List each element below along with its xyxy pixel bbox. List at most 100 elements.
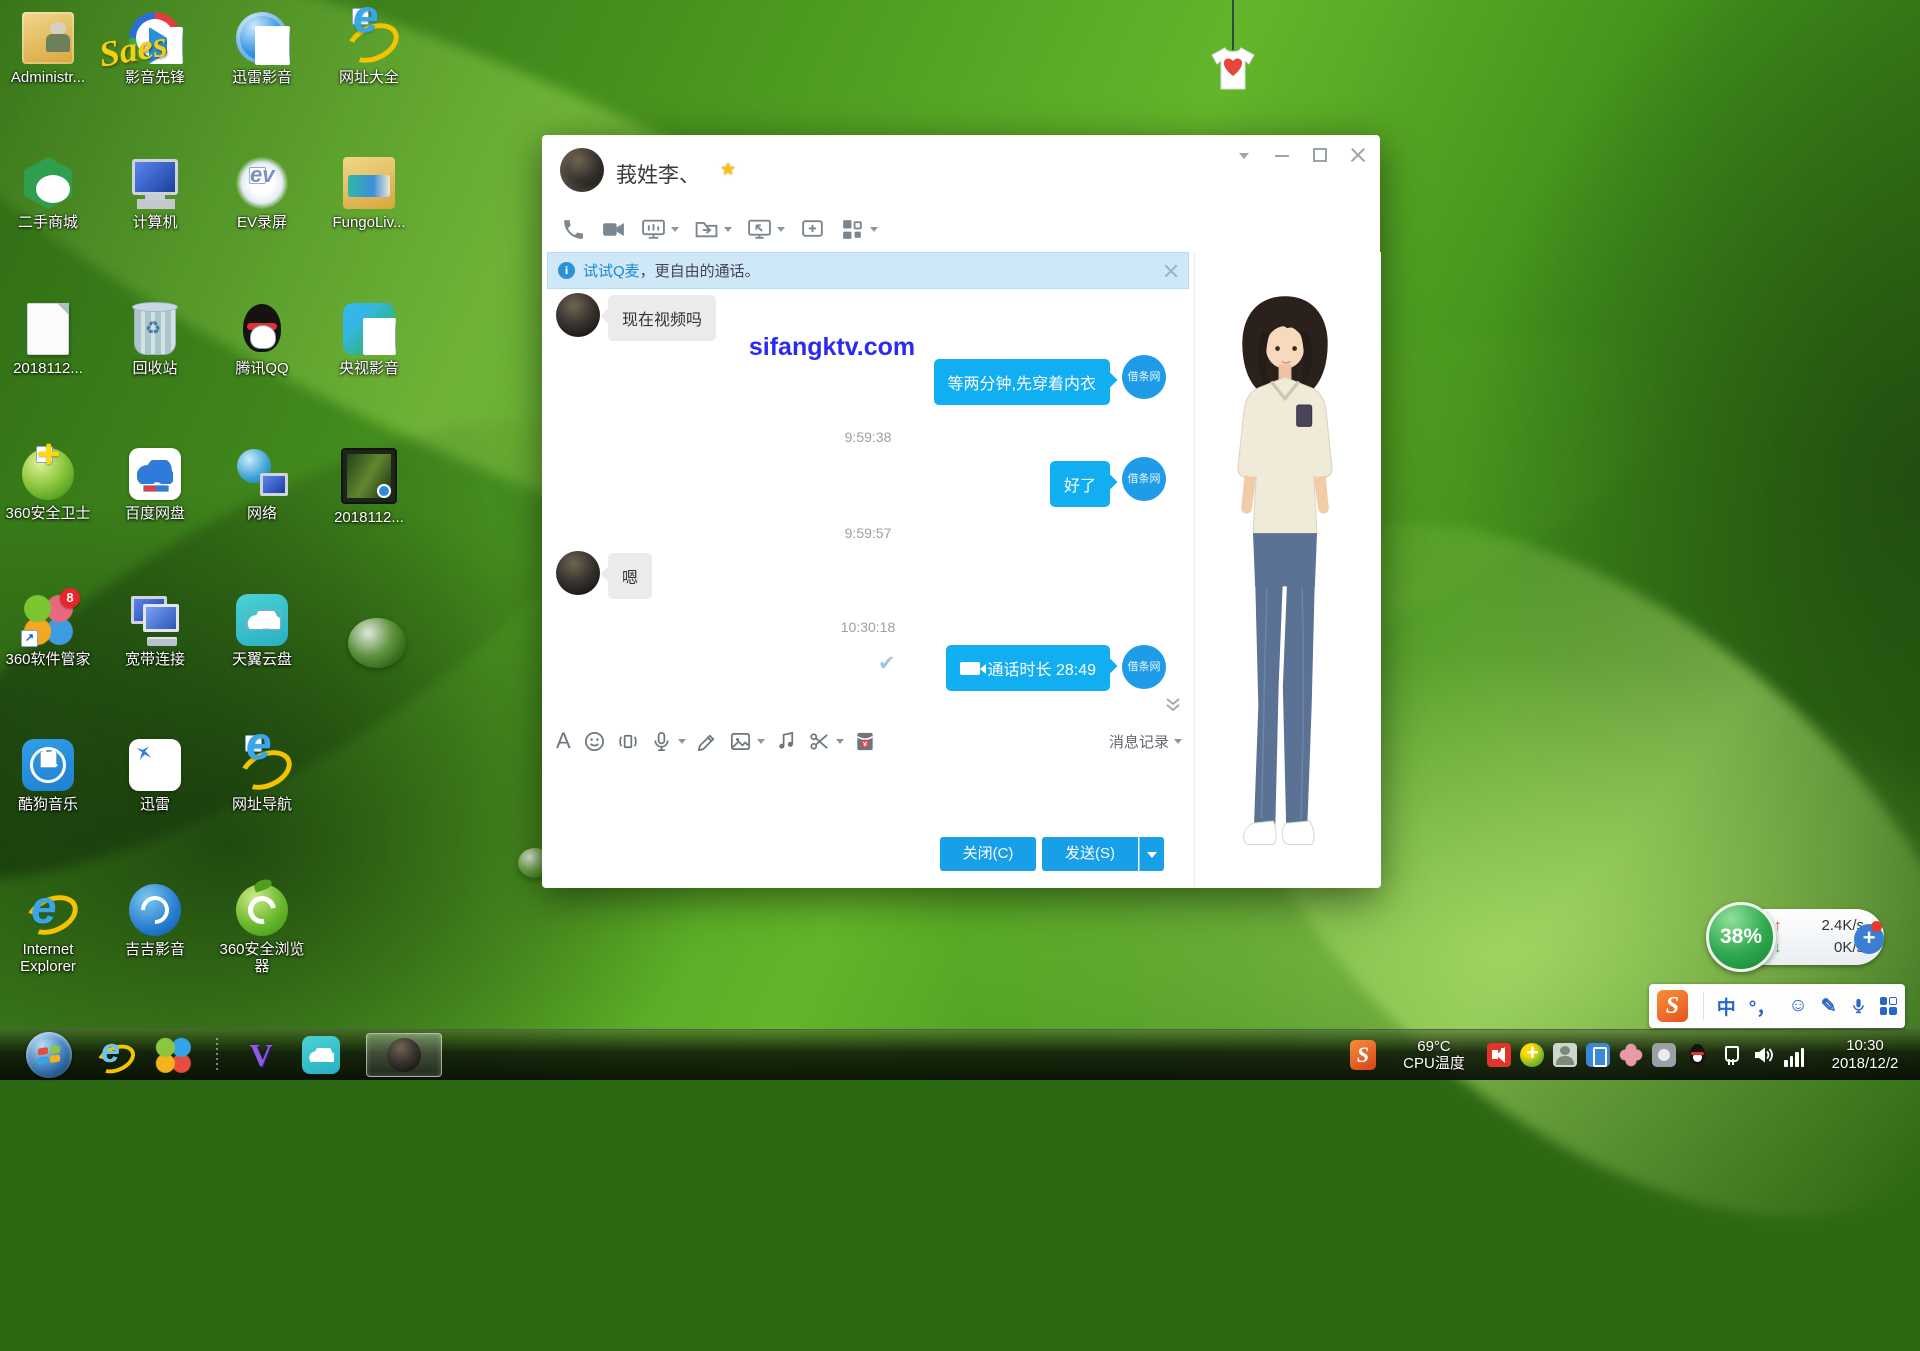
peer-name: 莪姓李、	[616, 159, 700, 189]
desktop-icon-administrator[interactable]: Administr...	[0, 12, 96, 86]
voice-call-button[interactable]	[558, 215, 589, 244]
screen-share-button[interactable]	[638, 215, 682, 244]
desktop-icon-internet-explorer[interactable]: Internet Explorer	[0, 884, 96, 975]
tray-qq-icon[interactable]	[1685, 1043, 1709, 1067]
sogou-logo[interactable]: S	[1657, 990, 1688, 1022]
send-options-dropdown[interactable]	[1139, 837, 1164, 871]
desktop-icon-360-browser[interactable]: 360安全浏览器	[214, 884, 310, 975]
desktop-icon-kugou[interactable]: 酷狗音乐	[0, 739, 96, 813]
desktop-icon-video-file[interactable]: 2018112...	[321, 448, 417, 526]
music-tool[interactable]	[775, 730, 798, 753]
qq-penguin-icon	[236, 303, 288, 355]
ime-toolbox-icon[interactable]	[1880, 997, 1897, 1015]
window-titlebar[interactable]: 莪姓李、	[542, 135, 1380, 211]
tray-network-signal-icon[interactable]	[1784, 1043, 1808, 1067]
taskbar-ie-icon[interactable]	[94, 1036, 132, 1074]
ime-mode-chinese[interactable]: 中	[1717, 993, 1736, 1020]
message-input[interactable]	[542, 761, 1194, 833]
emoji-tool[interactable]	[583, 730, 606, 753]
scroll-to-bottom-icon[interactable]	[1164, 697, 1182, 713]
desktop-icon-wangzhidaquan[interactable]: 网址大全	[321, 12, 417, 86]
input-toolbar: A 消息记录	[542, 723, 1194, 759]
remote-desktop-button[interactable]	[744, 215, 788, 244]
qmai-link[interactable]: 试试Q麦	[583, 260, 640, 281]
red-packet-tool[interactable]	[854, 730, 876, 753]
desktop-icon-document[interactable]: 2018112...	[0, 303, 96, 377]
desktop-icon-jiji-yingyin[interactable]: 吉吉影音	[107, 884, 203, 958]
tray-power-icon[interactable]	[1718, 1043, 1742, 1067]
maximize-icon[interactable]	[1312, 147, 1328, 163]
message-area[interactable]: 现在视频吗 sifangktv.com 等两分钟,先穿着内衣 借条网 9:59:…	[542, 289, 1194, 718]
close-chat-button[interactable]: 关闭(C)	[940, 837, 1036, 871]
self-avatar[interactable]: 借条网	[1122, 645, 1166, 689]
desktop-icon-computer[interactable]: 计算机	[107, 157, 203, 231]
ime-voice-icon[interactable]	[1850, 996, 1867, 1016]
taskbar-cloud-icon[interactable]	[302, 1036, 340, 1074]
notice-close-icon[interactable]	[1164, 264, 1178, 278]
tray-sogou-s-icon[interactable]: S	[1350, 1040, 1376, 1070]
apps-button[interactable]	[837, 215, 881, 244]
close-icon[interactable]	[1350, 147, 1366, 163]
memory-percent-ball[interactable]: 38%	[1706, 902, 1776, 972]
ime-handwrite-icon[interactable]: ✎	[1821, 995, 1837, 1018]
self-avatar[interactable]: 借条网	[1122, 355, 1166, 399]
peer-message-avatar[interactable]	[556, 551, 600, 595]
screenshot-tool[interactable]	[808, 730, 844, 753]
qq-show-panel[interactable]	[1194, 252, 1381, 888]
taskbar-v-player-icon[interactable]	[242, 1036, 280, 1074]
voice-message-tool[interactable]	[650, 730, 686, 753]
font-tool[interactable]: A	[556, 728, 571, 754]
sogou-ime-bar[interactable]: S 中 °， ☺ ✎	[1649, 984, 1905, 1028]
tray-flower-icon[interactable]	[1619, 1043, 1643, 1067]
desktop-icon-cctv-yingyin[interactable]: 央视影音	[321, 303, 417, 377]
window-menu-icon[interactable]	[1236, 147, 1252, 163]
desktop-icon-broadband[interactable]: 宽带连接	[107, 594, 203, 668]
desktop-icon-tianyi-cloud[interactable]: 天翼云盘	[214, 594, 310, 668]
image-tool[interactable]	[729, 730, 765, 753]
taskbar-qq-chat-task[interactable]	[366, 1033, 442, 1077]
minimize-icon[interactable]	[1274, 147, 1290, 163]
window-shake-tool[interactable]	[616, 730, 640, 753]
desktop-icon-baidu-netdisk[interactable]: 百度网盘	[107, 448, 203, 522]
desktop-icon-xunlei-yingyin[interactable]: 迅雷影音	[214, 12, 310, 86]
create-group-button[interactable]	[797, 215, 828, 244]
self-avatar[interactable]: 借条网	[1122, 457, 1166, 501]
desktop-icon-360-weishi[interactable]: 360安全卫士	[0, 448, 96, 522]
screen-demo-icon	[641, 217, 666, 242]
desktop-icon-ershoushangcheng[interactable]: 二手商城	[0, 157, 96, 231]
info-icon	[558, 262, 575, 279]
desktop-icon-360-ruanjianguanjia[interactable]: 8 360软件管家	[0, 594, 96, 668]
desktop-icon-wangzhidaohang[interactable]: 网址导航	[214, 739, 310, 813]
send-file-button[interactable]	[691, 215, 735, 244]
peer-avatar[interactable]	[560, 148, 604, 192]
accelerate-button[interactable]	[1854, 924, 1884, 954]
desktop-icon-recycle-bin[interactable]: 回收站	[107, 303, 203, 377]
ime-punctuation[interactable]: °，	[1749, 993, 1776, 1020]
start-button[interactable]	[26, 1032, 72, 1078]
taskbar-sogou-pinwheel-icon[interactable]	[154, 1036, 192, 1074]
taskbar-clock[interactable]: 10:30 2018/12/2	[1822, 1037, 1908, 1073]
desktop-icon-network[interactable]: 网络	[214, 448, 310, 522]
desktop-icon-xunlei[interactable]: 迅雷	[107, 739, 203, 813]
notification-badge: 8	[60, 588, 80, 608]
desktop-icon-ev-luping[interactable]: EV录屏	[214, 157, 310, 231]
peer-message-avatar[interactable]	[556, 293, 600, 337]
desktop-icon-yingyinxianfeng[interactable]: Saes 影音先锋	[107, 12, 203, 86]
ime-emoji-icon[interactable]: ☺	[1788, 995, 1807, 1017]
message-history-button[interactable]: 消息记录	[1109, 731, 1182, 752]
tray-volume-icon[interactable]	[1751, 1043, 1775, 1067]
tray-user-icon[interactable]	[1553, 1043, 1577, 1067]
desktop-icon-tencent-qq[interactable]: 腾讯QQ	[214, 303, 310, 377]
360-float-ball[interactable]: 2.4K/s 0K/s 38%	[1706, 902, 1888, 974]
chevron-down-icon	[870, 227, 878, 236]
tray-360-icon[interactable]	[1520, 1043, 1544, 1067]
tray-announce-icon[interactable]	[1487, 1043, 1511, 1067]
delivered-check-icon	[878, 651, 896, 676]
send-button[interactable]: 发送(S)	[1042, 837, 1138, 871]
hanging-shirt-widget[interactable]	[1206, 0, 1266, 92]
video-call-button[interactable]	[598, 215, 629, 244]
tray-camera-icon[interactable]	[1652, 1043, 1676, 1067]
tray-phone-icon[interactable]	[1586, 1043, 1610, 1067]
handwrite-tool[interactable]	[696, 730, 719, 753]
desktop-icon-fungolive[interactable]: FungoLiv...	[321, 157, 417, 231]
